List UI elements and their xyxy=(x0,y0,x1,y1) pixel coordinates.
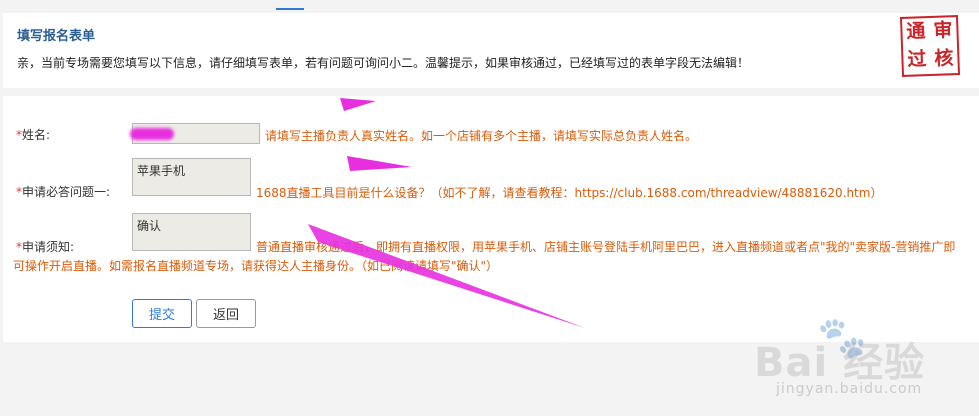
active-tab-indicator xyxy=(276,8,304,10)
redaction-scribble xyxy=(130,128,174,140)
notice-hint: 普通直播审核通过后，即拥有直播权限，用苹果手机、店铺主账号登陆手机阿里巴巴，进入… xyxy=(13,240,956,273)
form-description: 亲，当前专场需要您填写以下信息，请仔细填写表单，若有问题可询问小二。温馨提示，如… xyxy=(17,56,750,70)
stamp-char: 过 xyxy=(907,48,927,71)
name-label: *姓名: xyxy=(16,126,50,143)
name-hint: 请填写主播负责人真实姓名。如一个店铺有多个主播，请填写实际总负责人姓名。 xyxy=(265,129,698,143)
question-one-hint: 1688直播工具目前是什么设备？（如不了解，请查看教程：https://club… xyxy=(256,186,883,200)
approval-stamp-logo: 通 审 过 核 xyxy=(899,15,961,77)
question-one-label: *申请必答问题一: xyxy=(16,183,110,200)
form-header: 填写报名表单 亲，当前专场需要您填写以下信息，请仔细填写表单，若有问题可询问小二… xyxy=(3,13,979,88)
stamp-char: 通 xyxy=(906,20,926,43)
page-title: 填写报名表单 xyxy=(17,29,96,44)
watermark-url: jingyan.baidu.com xyxy=(776,381,923,397)
stamp-char: 核 xyxy=(934,47,954,70)
stamp-char: 审 xyxy=(933,19,953,42)
name-label-text: 姓名: xyxy=(22,128,51,142)
top-strip xyxy=(0,0,979,12)
back-button[interactable]: 返回 xyxy=(196,299,256,328)
question-one-label-text: 申请必答问题一: xyxy=(22,185,111,199)
watermark-brand: Bai 经验 xyxy=(754,340,926,386)
question-one-textarea[interactable]: 苹果手机 xyxy=(132,158,251,196)
submit-button[interactable]: 提交 xyxy=(132,299,192,328)
